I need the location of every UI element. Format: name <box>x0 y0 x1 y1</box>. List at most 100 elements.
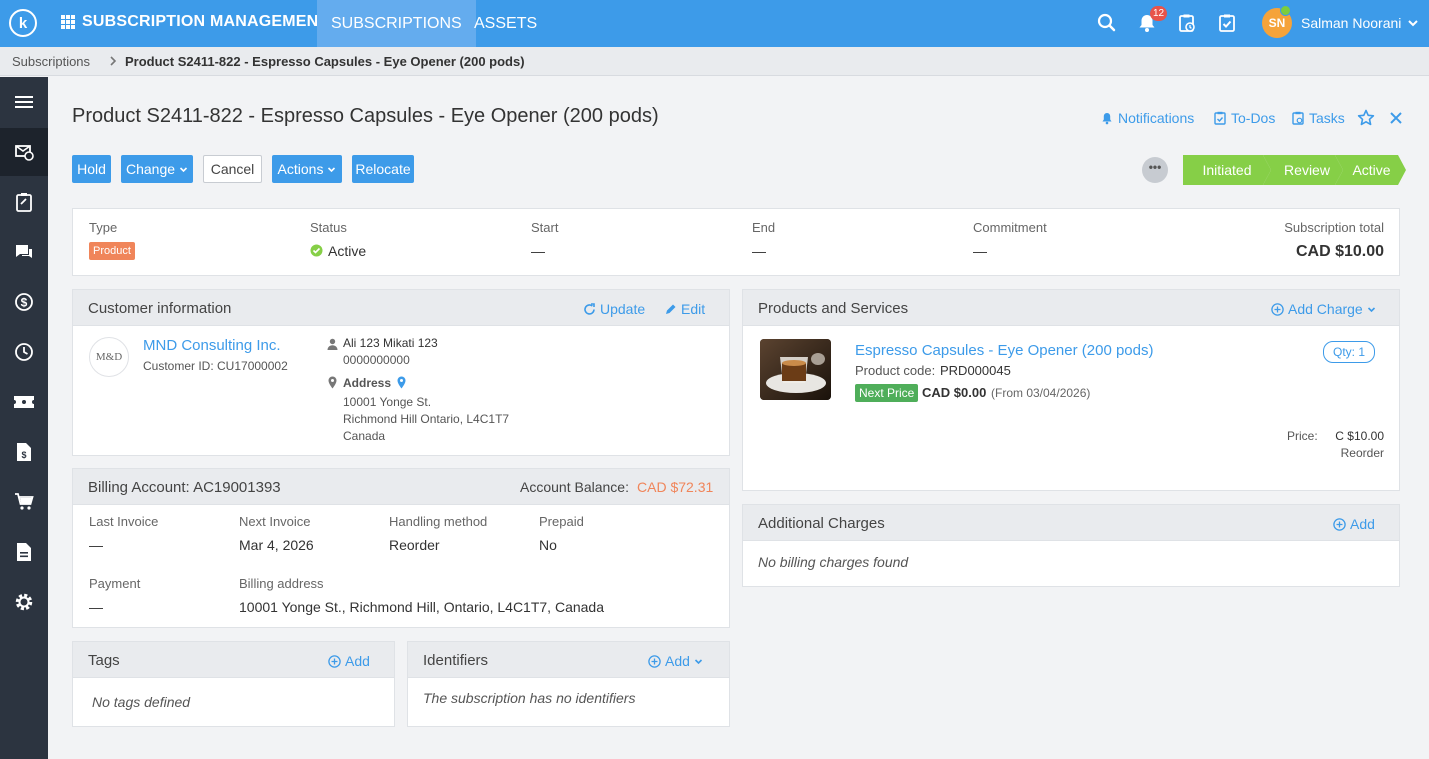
next-price-badge: Next Price <box>855 384 919 402</box>
chat-icon <box>16 245 32 258</box>
map-pin-icon[interactable] <box>397 376 406 389</box>
tags-panel-header: Tags Add <box>73 642 394 678</box>
sidebar-item-tickets[interactable] <box>0 378 48 426</box>
contact-name: Ali 123 Mikati 123 <box>343 336 438 350</box>
actions-button[interactable]: Actions <box>272 155 342 183</box>
user-name[interactable]: Salman Noorani <box>1301 15 1401 31</box>
end-label: End <box>752 220 776 235</box>
person-icon <box>327 338 338 350</box>
stage-initiated[interactable]: Initiated <box>1183 155 1271 185</box>
svg-text:$: $ <box>21 450 26 460</box>
identifiers-panel-title: Identifiers <box>423 652 489 669</box>
tab-subscriptions[interactable]: SUBSCRIPTIONS <box>317 0 476 47</box>
tab-assets[interactable]: ASSETS <box>460 0 551 47</box>
add-circle-icon <box>1271 302 1284 316</box>
quantity-badge[interactable]: Qty: 1 <box>1323 341 1375 363</box>
status-label: Status <box>310 220 347 235</box>
breadcrumb: Subscriptions Product S2411-822 - Espres… <box>0 47 1429 76</box>
sidebar-item-subscriptions[interactable] <box>0 128 48 176</box>
check-circle-icon <box>310 244 323 257</box>
additional-charges-title: Additional Charges <box>758 515 885 532</box>
todos-link[interactable]: To-Dos <box>1214 110 1275 126</box>
products-panel-header: Products and Services Add Charge <box>743 290 1399 326</box>
sidebar-item-billing[interactable]: $ <box>0 278 48 326</box>
subscription-total-label: Subscription total <box>1284 220 1384 235</box>
sidebar-item-invoices[interactable]: $ <box>0 428 48 476</box>
change-button[interactable]: Change <box>121 155 193 183</box>
end-value: — <box>752 243 766 259</box>
clock-icon <box>15 343 33 361</box>
edit-customer-link[interactable]: Edit <box>665 301 705 317</box>
last-invoice-value: — <box>89 537 103 553</box>
prepaid-value: No <box>539 537 557 553</box>
next-invoice-value: Mar 4, 2026 <box>239 537 314 553</box>
customer-name-link[interactable]: MND Consulting Inc. <box>143 337 281 354</box>
app-grid-icon[interactable] <box>61 15 75 29</box>
app-logo[interactable]: k <box>9 9 37 37</box>
hold-button[interactable]: Hold <box>72 155 111 183</box>
customer-panel-header: Customer information Update Edit <box>73 290 729 326</box>
add-additional-charge-link[interactable]: Add <box>1333 516 1375 532</box>
relocate-button[interactable]: Relocate <box>352 155 414 183</box>
summary-panel: Type Product Status Active Start — End —… <box>72 208 1400 276</box>
sidebar: $ $ <box>0 77 48 759</box>
type-badge: Product <box>89 242 135 260</box>
address-line-2: Richmond Hill Ontario, L4C1T7 <box>343 412 510 426</box>
location-pin-icon <box>328 376 337 389</box>
product-image[interactable] <box>760 339 831 400</box>
update-customer-link[interactable]: Update <box>583 301 645 317</box>
app-title[interactable]: SUBSCRIPTION MANAGEMENT <box>82 13 328 31</box>
close-icon[interactable] <box>1389 111 1403 125</box>
bell-icon <box>1102 112 1112 124</box>
address-label: Address <box>343 376 392 390</box>
sidebar-item-history[interactable] <box>0 328 48 376</box>
stage-review[interactable]: Review <box>1263 155 1343 185</box>
add-charge-link[interactable]: Add Charge <box>1271 301 1376 317</box>
next-invoice-label: Next Invoice <box>239 514 311 529</box>
sidebar-item-orders[interactable] <box>0 478 48 526</box>
stage-active[interactable]: Active <box>1335 155 1406 185</box>
product-code-value: PRD000045 <box>940 363 1011 378</box>
document-icon <box>17 543 31 561</box>
cancel-button[interactable]: Cancel <box>203 155 262 183</box>
notifications-link[interactable]: Notifications <box>1101 110 1194 126</box>
breadcrumb-root[interactable]: Subscriptions <box>12 54 90 69</box>
more-options-button[interactable]: ••• <box>1142 157 1168 183</box>
sidebar-item-documents[interactable] <box>0 528 48 576</box>
chevron-down-icon[interactable] <box>1407 17 1419 29</box>
sidebar-item-settings[interactable] <box>0 578 48 626</box>
clipboard-clock-icon[interactable] <box>1176 12 1198 34</box>
additional-charges-panel: Additional Charges Add No billing charge… <box>742 504 1400 587</box>
dollar-icon: $ <box>15 293 33 311</box>
ticket-icon <box>14 396 34 408</box>
menu-icon <box>15 96 33 108</box>
contact-phone: 0000000000 <box>343 353 410 367</box>
tasks-link[interactable]: Tasks <box>1292 110 1345 126</box>
search-icon[interactable] <box>1096 12 1118 34</box>
product-name-link[interactable]: Espresso Capsules - Eye Opener (200 pods… <box>855 342 1153 359</box>
pencil-icon <box>666 304 676 314</box>
add-tag-link[interactable]: Add <box>328 653 370 669</box>
product-code-label: Product code: <box>855 363 936 378</box>
sidebar-item-messages[interactable] <box>0 228 48 276</box>
add-circle-icon <box>1333 517 1346 531</box>
sidebar-item-menu[interactable] <box>0 78 48 126</box>
notification-badge: 12 <box>1150 6 1168 21</box>
subscription-total-value: CAD $10.00 <box>1295 243 1384 260</box>
chevron-down-icon <box>694 658 702 664</box>
add-identifier-link[interactable]: Add <box>648 653 703 669</box>
notifications-label: Notifications <box>1118 110 1195 126</box>
subscription-icon <box>15 145 34 161</box>
breadcrumb-current: Product S2411-822 - Espresso Capsules - … <box>125 54 525 69</box>
billing-account-title[interactable]: Billing Account: AC19001393 <box>88 479 281 496</box>
star-icon[interactable] <box>1357 109 1375 127</box>
chevron-down-icon <box>1367 306 1375 312</box>
tags-panel-title: Tags <box>88 652 120 669</box>
additional-charges-header: Additional Charges Add <box>743 505 1399 541</box>
tags-panel: Tags Add No tags defined <box>72 641 395 727</box>
sidebar-item-tasks[interactable] <box>0 178 48 226</box>
account-balance-label: Account Balance: <box>520 479 629 495</box>
cart-icon <box>15 493 34 510</box>
clipboard-check-icon[interactable] <box>1216 12 1238 34</box>
tags-empty-message: No tags defined <box>92 694 191 710</box>
